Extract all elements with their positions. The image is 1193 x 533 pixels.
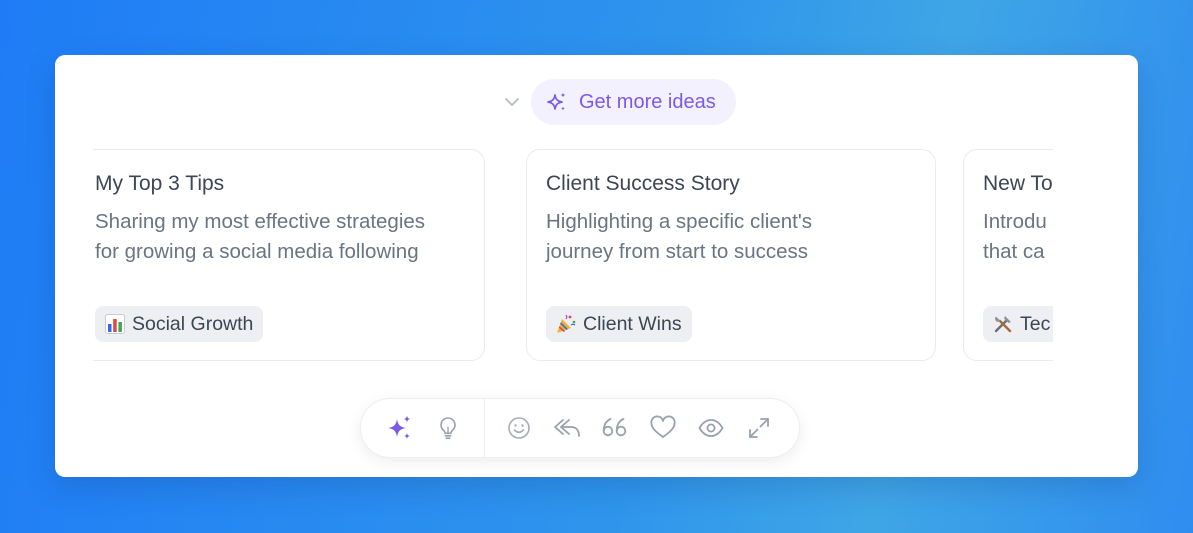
ideas-panel: Get more ideas My Top 3 Tips Sharing my … [55, 55, 1138, 477]
card-tag-label: Tec [1020, 312, 1051, 335]
card-description-line: that ca [983, 240, 1045, 263]
sparkles-icon [385, 413, 415, 443]
idea-card[interactable]: New To Introdu that ca Tec [963, 149, 1053, 361]
card-description-line: Introdu [983, 210, 1047, 233]
card-description-line: Highlighting a specific client's [546, 210, 812, 233]
card-description: Introdu that ca [983, 207, 1053, 267]
card-title: My Top 3 Tips [95, 172, 225, 195]
card-description: Highlighting a specific client's journey… [546, 207, 926, 267]
emoji-reaction-button[interactable] [502, 411, 536, 445]
card-tag-label: Social Growth [132, 312, 254, 335]
like-button[interactable] [646, 411, 680, 445]
expand-icon [746, 415, 772, 441]
eye-icon [697, 415, 725, 441]
toolbar-divider [484, 399, 485, 457]
card-tag[interactable]: Social Growth [95, 306, 264, 342]
action-toolbar [360, 398, 800, 458]
bar-chart-icon [104, 313, 126, 335]
smiley-icon [506, 415, 532, 441]
idea-card[interactable]: My Top 3 Tips Sharing my most effective … [93, 149, 485, 361]
lightbulb-icon [435, 415, 461, 441]
card-tag[interactable]: Client Wins [546, 306, 692, 342]
card-tag-label: Client Wins [583, 312, 682, 335]
chevron-down-icon[interactable] [500, 90, 524, 114]
party-popper-icon [555, 313, 577, 335]
expand-button[interactable] [742, 411, 776, 445]
card-description-line: journey from start to success [546, 240, 809, 263]
get-more-ideas-button[interactable]: Get more ideas [531, 79, 736, 125]
ideas-header: Get more ideas [500, 79, 736, 125]
card-description: Sharing my most effective strategies for… [95, 207, 475, 267]
preview-button[interactable] [694, 411, 728, 445]
ai-sparkles-button[interactable] [383, 411, 417, 445]
card-tag[interactable]: Tec [983, 306, 1053, 342]
card-description-line: for growing a social media following [95, 240, 419, 263]
reply-button[interactable] [550, 411, 584, 445]
ideas-lightbulb-button[interactable] [431, 411, 465, 445]
reply-icon [552, 415, 582, 441]
card-title: New To [983, 172, 1053, 195]
get-more-ideas-label: Get more ideas [579, 90, 716, 113]
heart-icon [649, 415, 677, 441]
idea-carousel[interactable]: My Top 3 Tips Sharing my most effective … [93, 149, 1053, 363]
card-description-line: Sharing my most effective strategies [95, 210, 426, 233]
quote-icon [600, 415, 630, 441]
idea-card[interactable]: Client Success Story Highlighting a spec… [526, 149, 936, 361]
card-title: Client Success Story [546, 172, 740, 195]
tools-icon [992, 313, 1014, 335]
quote-button[interactable] [598, 411, 632, 445]
sparkles-icon [545, 90, 569, 114]
